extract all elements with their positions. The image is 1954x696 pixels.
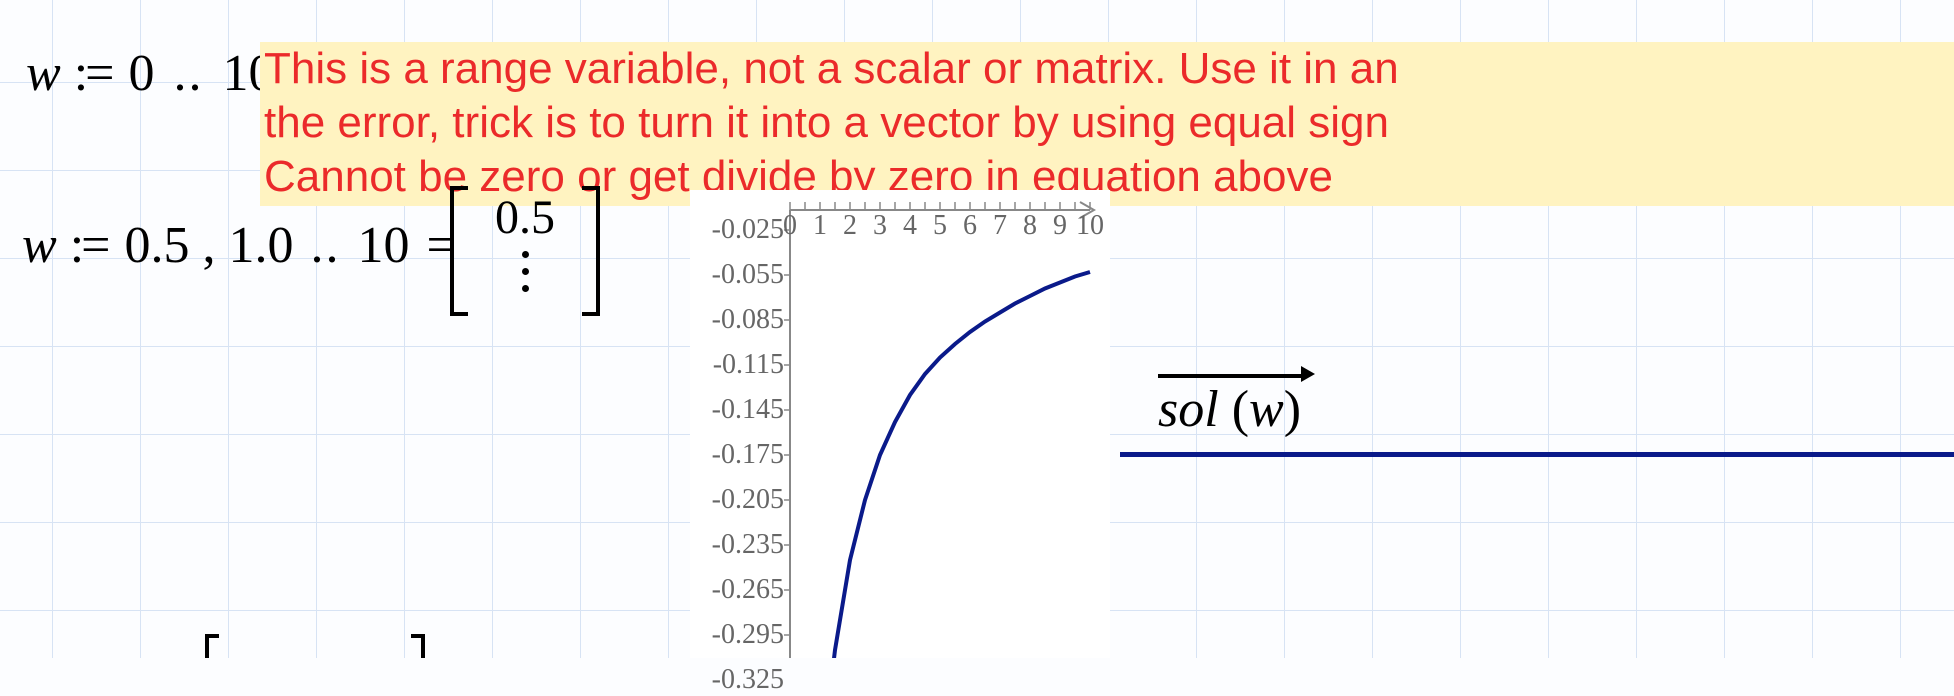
- result-vector: 0.5: [450, 186, 600, 316]
- vector-inner: 0.5: [468, 186, 582, 316]
- y-tick-label: -0.055: [712, 259, 784, 291]
- x-tick-label: 7: [993, 210, 1007, 242]
- x-tick-label: 5: [933, 210, 947, 242]
- range-def-2: w := 0.5 , 1.0 .. 10 =: [22, 216, 456, 275]
- y-tick-label: -0.295: [712, 619, 784, 651]
- x-tick-label: 4: [903, 210, 917, 242]
- y-tick-label: -0.235: [712, 529, 784, 561]
- x-ticks: [790, 202, 1090, 210]
- legend-expr: sol (w): [1158, 380, 1301, 439]
- vector-first-value: 0.5: [495, 190, 555, 245]
- range2-assign: :=: [70, 217, 108, 274]
- y-tick-label: -0.205: [712, 484, 784, 516]
- legend: sol (w): [1158, 380, 1378, 439]
- comment-box: This is a range variable, not a scalar o…: [260, 42, 1954, 206]
- range2-sep: ,: [202, 217, 215, 274]
- range1-assign: :=: [74, 45, 112, 102]
- y-tick-label: -0.145: [712, 394, 784, 426]
- partial-bracket-bottom: [205, 634, 425, 658]
- bracket-right: [582, 186, 600, 316]
- legend-arg: w: [1249, 381, 1284, 438]
- legend-fn: sol: [1158, 381, 1219, 438]
- y-tick-label: -0.175: [712, 439, 784, 471]
- range1-dots: ..: [173, 45, 203, 102]
- chart: 0123456789 10 -0.025 -0.055 -0.085 -0.115 -0.…: [690, 190, 1110, 658]
- y-tick-label: -0.025: [712, 214, 784, 246]
- range2-var: w: [22, 217, 57, 274]
- x-tick-label: 10: [1076, 210, 1104, 242]
- comment-line-1: This is a range variable, not a scalar o…: [264, 42, 1950, 96]
- x-tick-label: 6: [963, 210, 977, 242]
- y-tick-label: -0.325: [712, 664, 784, 696]
- x-tick-label: 9: [1053, 210, 1067, 242]
- range2-end: 10: [357, 217, 409, 274]
- worksheet-content: w := 0 .. 10 This is a range variable, n…: [0, 0, 1954, 658]
- x-tick-label: 3: [873, 210, 887, 242]
- series-line-sol: [805, 272, 1090, 658]
- vertical-dots-icon: [522, 251, 529, 292]
- range2-dots: ..: [310, 217, 340, 274]
- x-tick-label: 2: [843, 210, 857, 242]
- vectorize-arrow-head-icon: [1301, 366, 1315, 382]
- x-tick-label: 1: [813, 210, 827, 242]
- x-tick-label: 8: [1023, 210, 1037, 242]
- x-tick-label: 0: [783, 210, 797, 242]
- y-tick-label: -0.265: [712, 574, 784, 606]
- bracket-left: [450, 186, 468, 316]
- range1-start: 0: [128, 45, 154, 102]
- range1-var: w: [26, 45, 61, 102]
- legend-series-bar: [1120, 452, 1954, 457]
- range2-second: 1.0: [228, 217, 293, 274]
- range2-start: 0.5: [124, 217, 189, 274]
- comment-line-2: the error, trick is to turn it into a ve…: [264, 96, 1950, 150]
- vectorize-arrow-icon: [1158, 374, 1307, 378]
- y-tick-label: -0.085: [712, 304, 784, 336]
- range-def-1: w := 0 .. 10: [26, 44, 274, 103]
- y-tick-label: -0.115: [713, 349, 784, 381]
